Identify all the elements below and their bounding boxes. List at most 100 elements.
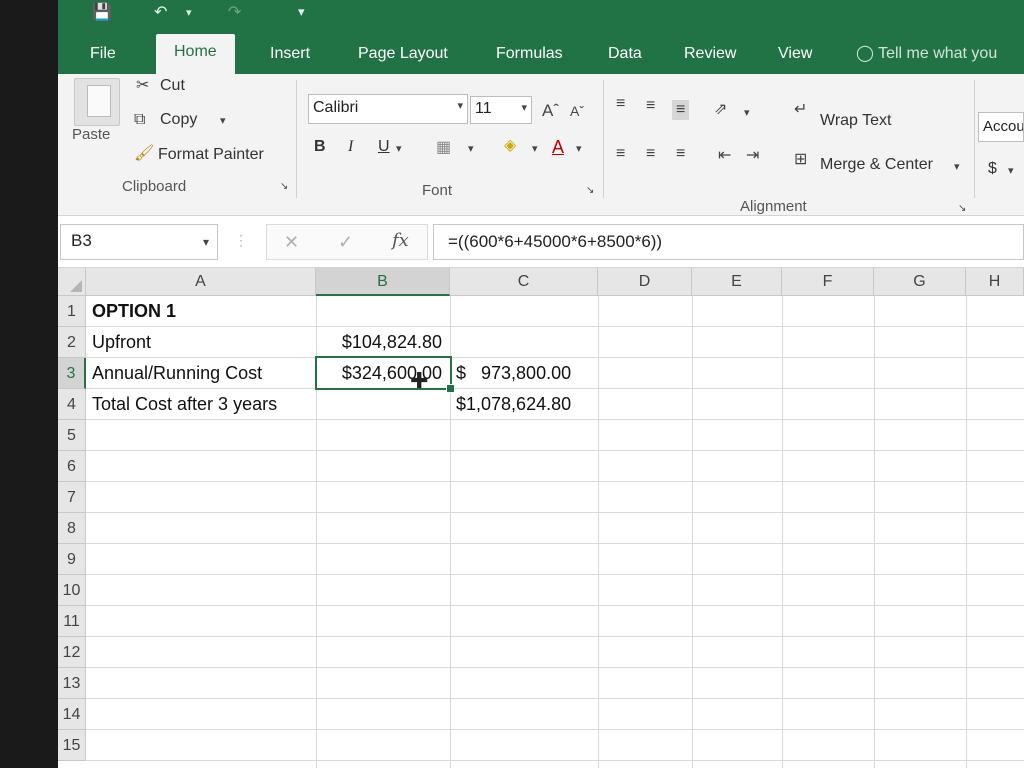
paste-icon[interactable]: [74, 78, 120, 126]
scissors-icon[interactable]: ✂: [136, 78, 149, 94]
orientation-icon[interactable]: ⇗: [714, 102, 727, 118]
column-header-e[interactable]: E: [692, 268, 782, 296]
orientation-dropdown-icon[interactable]: ▾: [744, 108, 750, 119]
decrease-indent-icon[interactable]: ⇤: [718, 148, 731, 164]
align-bottom-icon[interactable]: ≡: [672, 100, 690, 120]
currency-format-button[interactable]: $: [988, 160, 997, 178]
align-top-icon[interactable]: ≡: [616, 96, 625, 112]
format-painter-icon[interactable]: 🖌: [134, 146, 154, 162]
save-icon[interactable]: 💾: [92, 2, 112, 22]
formula-input[interactable]: =((600*6+45000*6+8500*6)): [433, 224, 1024, 260]
cancel-icon[interactable]: ✕: [284, 232, 299, 253]
tab-data[interactable]: Data: [600, 40, 650, 74]
row-header-9[interactable]: 9: [58, 544, 86, 575]
copy-icon[interactable]: ⧉: [134, 112, 145, 128]
font-size-select[interactable]: 11 ▾: [470, 96, 532, 124]
tab-review[interactable]: Review: [676, 40, 744, 74]
row-header-5[interactable]: 5: [58, 420, 86, 451]
row-header-10[interactable]: 10: [58, 575, 86, 606]
tab-page-layout[interactable]: Page Layout: [350, 40, 456, 74]
font-launcher-icon[interactable]: ↘: [586, 186, 594, 196]
font-color-dropdown-icon[interactable]: ▾: [576, 144, 582, 155]
tab-home[interactable]: Home: [156, 34, 235, 74]
column-header-b[interactable]: B: [316, 268, 450, 296]
decrease-font-size-icon[interactable]: Aˇ: [570, 104, 584, 118]
tell-me-search[interactable]: ◯ Tell me what you wa: [848, 40, 1024, 90]
tab-insert[interactable]: Insert: [262, 40, 318, 74]
fill-color-icon[interactable]: ◈: [504, 138, 516, 154]
increase-font-size-icon[interactable]: Aˆ: [542, 102, 559, 119]
paste-button[interactable]: Paste: [72, 126, 110, 143]
select-all-button[interactable]: [58, 268, 86, 296]
gridline: [86, 698, 1024, 699]
copy-button[interactable]: Copy: [160, 111, 197, 129]
underline-dropdown-icon[interactable]: ▾: [396, 144, 402, 155]
borders-dropdown-icon[interactable]: ▾: [468, 144, 474, 155]
tab-file[interactable]: File: [82, 40, 124, 74]
underline-button[interactable]: U: [378, 138, 390, 156]
copy-dropdown-icon[interactable]: ▾: [220, 116, 226, 127]
merge-dropdown-icon[interactable]: ▾: [954, 162, 960, 173]
bold-button[interactable]: B: [314, 138, 326, 156]
cell-b2[interactable]: $104,824.80: [316, 327, 446, 358]
redo-icon[interactable]: ↷: [228, 2, 241, 22]
cell-a1[interactable]: OPTION 1: [88, 296, 428, 327]
italic-button[interactable]: I: [348, 138, 353, 156]
row-header-12[interactable]: 12: [58, 637, 86, 668]
align-center-icon[interactable]: ≡: [646, 146, 655, 162]
row-header-4[interactable]: 4: [58, 389, 86, 420]
cell-a3[interactable]: Annual/Running Cost: [88, 358, 316, 389]
increase-indent-icon[interactable]: ⇥: [746, 148, 759, 164]
row-header-8[interactable]: 8: [58, 513, 86, 544]
active-cell-selection[interactable]: [315, 356, 455, 393]
column-header-f[interactable]: F: [782, 268, 874, 296]
row-header-1[interactable]: 1: [58, 296, 86, 327]
cell-c4[interactable]: $1,078,624.80: [452, 389, 598, 420]
row-header-15[interactable]: 15: [58, 730, 86, 761]
customize-toolbar-icon[interactable]: ▾: [298, 4, 305, 20]
row-header-11[interactable]: 11: [58, 606, 86, 637]
borders-icon[interactable]: ▦: [436, 140, 451, 156]
alignment-group-label: Alignment: [740, 198, 807, 215]
merge-center-icon[interactable]: ⊞: [794, 152, 807, 168]
currency-dropdown-icon[interactable]: ▾: [1008, 166, 1014, 177]
alignment-launcher-icon[interactable]: ↘: [958, 204, 966, 214]
row-header-13[interactable]: 13: [58, 668, 86, 699]
undo-dropdown-icon[interactable]: ▾: [186, 6, 192, 19]
font-color-icon[interactable]: A: [552, 138, 564, 156]
row-header-6[interactable]: 6: [58, 451, 86, 482]
tab-formulas[interactable]: Formulas: [488, 40, 571, 74]
column-header-g[interactable]: G: [874, 268, 966, 296]
font-name-select[interactable]: Calibri ▾: [308, 94, 468, 124]
format-painter-button[interactable]: Format Painter: [158, 146, 264, 164]
insert-function-icon[interactable]: fx: [392, 230, 409, 251]
align-left-icon[interactable]: ≡: [616, 146, 625, 162]
wrap-text-button[interactable]: Wrap Text: [820, 112, 891, 130]
column-header-c[interactable]: C: [450, 268, 598, 296]
enter-icon[interactable]: ✓: [338, 232, 353, 253]
align-middle-icon[interactable]: ≡: [646, 98, 655, 114]
cut-button[interactable]: Cut: [160, 77, 185, 95]
cell-a4[interactable]: Total Cost after 3 years: [88, 389, 316, 420]
row-header-14[interactable]: 14: [58, 699, 86, 730]
cell-c3[interactable]: $ 973,800.00: [452, 358, 598, 389]
number-format-select[interactable]: Accou: [978, 112, 1024, 142]
column-header-d[interactable]: D: [598, 268, 692, 296]
row-header-7[interactable]: 7: [58, 482, 86, 513]
chevron-down-icon: ▾: [202, 235, 209, 249]
chevron-down-icon: ▾: [521, 102, 527, 114]
name-box[interactable]: B3 ▾: [60, 224, 218, 260]
column-header-h[interactable]: H: [966, 268, 1024, 296]
cell-a2[interactable]: Upfront: [88, 327, 316, 358]
merge-center-button[interactable]: Merge & Center: [820, 156, 933, 174]
tab-view[interactable]: View: [770, 40, 820, 74]
monitor-bezel: [0, 0, 58, 768]
align-right-icon[interactable]: ≡: [676, 146, 685, 162]
clipboard-launcher-icon[interactable]: ↘: [280, 182, 288, 192]
row-header-3[interactable]: 3: [58, 358, 86, 389]
undo-icon[interactable]: ↶: [154, 2, 167, 22]
row-header-2[interactable]: 2: [58, 327, 86, 358]
wrap-text-icon[interactable]: ↵: [794, 102, 807, 118]
fill-color-dropdown-icon[interactable]: ▾: [532, 144, 538, 155]
column-header-a[interactable]: A: [86, 268, 316, 296]
